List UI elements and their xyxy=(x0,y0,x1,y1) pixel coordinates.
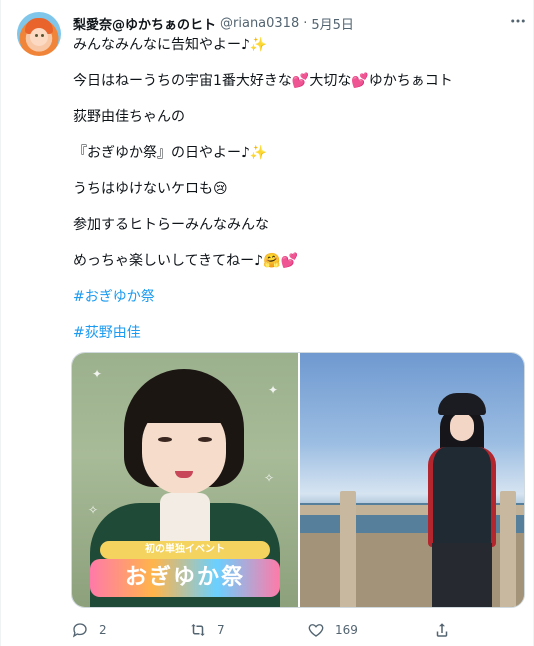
photo-subject-bangs xyxy=(138,391,230,423)
reply-icon xyxy=(72,623,87,638)
heart-icon xyxy=(308,624,324,637)
separator-dot: · xyxy=(303,15,308,31)
more-icon[interactable] xyxy=(507,12,529,32)
event-logo: おぎゆか祭 xyxy=(90,559,280,597)
avatar[interactable] xyxy=(17,12,61,56)
tweet-line: 荻野由佳ちゃんの xyxy=(73,109,185,125)
sparkle-icon: ✧ xyxy=(264,471,275,485)
tweet[interactable]: 梨愛奈@ゆかちぁのヒト @riana0318 · 5月5日 みんなみんなに告知や… xyxy=(0,0,534,646)
hashtag-link[interactable]: #おぎゆか祭 xyxy=(73,288,155,306)
like-count: 169 xyxy=(335,623,358,637)
photo-1[interactable]: ✦ ✦ ✧ ✧ 初の単独イベント おぎゆか祭 xyxy=(72,353,298,607)
tweet-actions: 2 7 169 xyxy=(71,620,511,640)
tweet-line: うちはゆけないケロも😢 xyxy=(73,181,228,197)
user-handle[interactable]: @riana0318 xyxy=(220,16,299,31)
photo-subject-eye xyxy=(158,437,172,442)
tweet-line: みんなみんなに告知やよー♪✨ xyxy=(73,37,268,53)
tweet-line: 今日はねーうちの宇宙1番大好きな💕大切な💕ゆかちぁコト xyxy=(73,73,453,89)
hashtag-link[interactable]: #荻野由佳 xyxy=(73,324,141,342)
share-icon xyxy=(436,623,448,637)
retweet-count: 7 xyxy=(217,623,225,637)
photo-subject-face xyxy=(450,413,474,441)
tweet-header: 梨愛奈@ゆかちぁのヒト @riana0318 · 5月5日 xyxy=(73,13,354,33)
tweet-line: 参加するヒトらーみんなみんな xyxy=(73,217,269,233)
display-name[interactable]: 梨愛奈@ゆかちぁのヒト xyxy=(73,14,216,33)
photo-fence-post xyxy=(500,491,516,607)
media-grid: ✦ ✦ ✧ ✧ 初の単独イベント おぎゆか祭 xyxy=(71,352,525,608)
like-button[interactable]: 169 xyxy=(307,620,358,640)
photo-2[interactable] xyxy=(300,353,524,607)
tweet-date[interactable]: 5月5日 xyxy=(311,14,354,33)
photo-subject xyxy=(422,393,502,607)
photo-subject-hat xyxy=(438,393,486,415)
tweet-line: 『おぎゆか祭』の日やよー♪✨ xyxy=(73,145,268,161)
event-banner: 初の単独イベント xyxy=(100,541,270,559)
tweet-line: めっちゃ楽しいしてきてねー♪🤗💕 xyxy=(73,253,298,269)
avatar-eye xyxy=(35,34,38,37)
share-button[interactable] xyxy=(433,620,451,640)
retweet-icon xyxy=(191,624,205,636)
photo-subject-coat xyxy=(428,447,496,547)
sparkle-icon: ✧ xyxy=(88,503,99,517)
photo-subject-eye xyxy=(198,437,212,442)
sparkle-icon: ✦ xyxy=(268,383,279,397)
avatar-face xyxy=(30,28,48,46)
reply-button[interactable]: 2 xyxy=(71,620,107,640)
reply-count: 2 xyxy=(99,623,107,637)
retweet-button[interactable]: 7 xyxy=(189,620,225,640)
photo-fence-post xyxy=(340,491,356,607)
photo-subject-skirt xyxy=(432,543,492,607)
avatar-eye xyxy=(41,34,44,37)
sparkle-icon: ✦ xyxy=(92,367,103,381)
